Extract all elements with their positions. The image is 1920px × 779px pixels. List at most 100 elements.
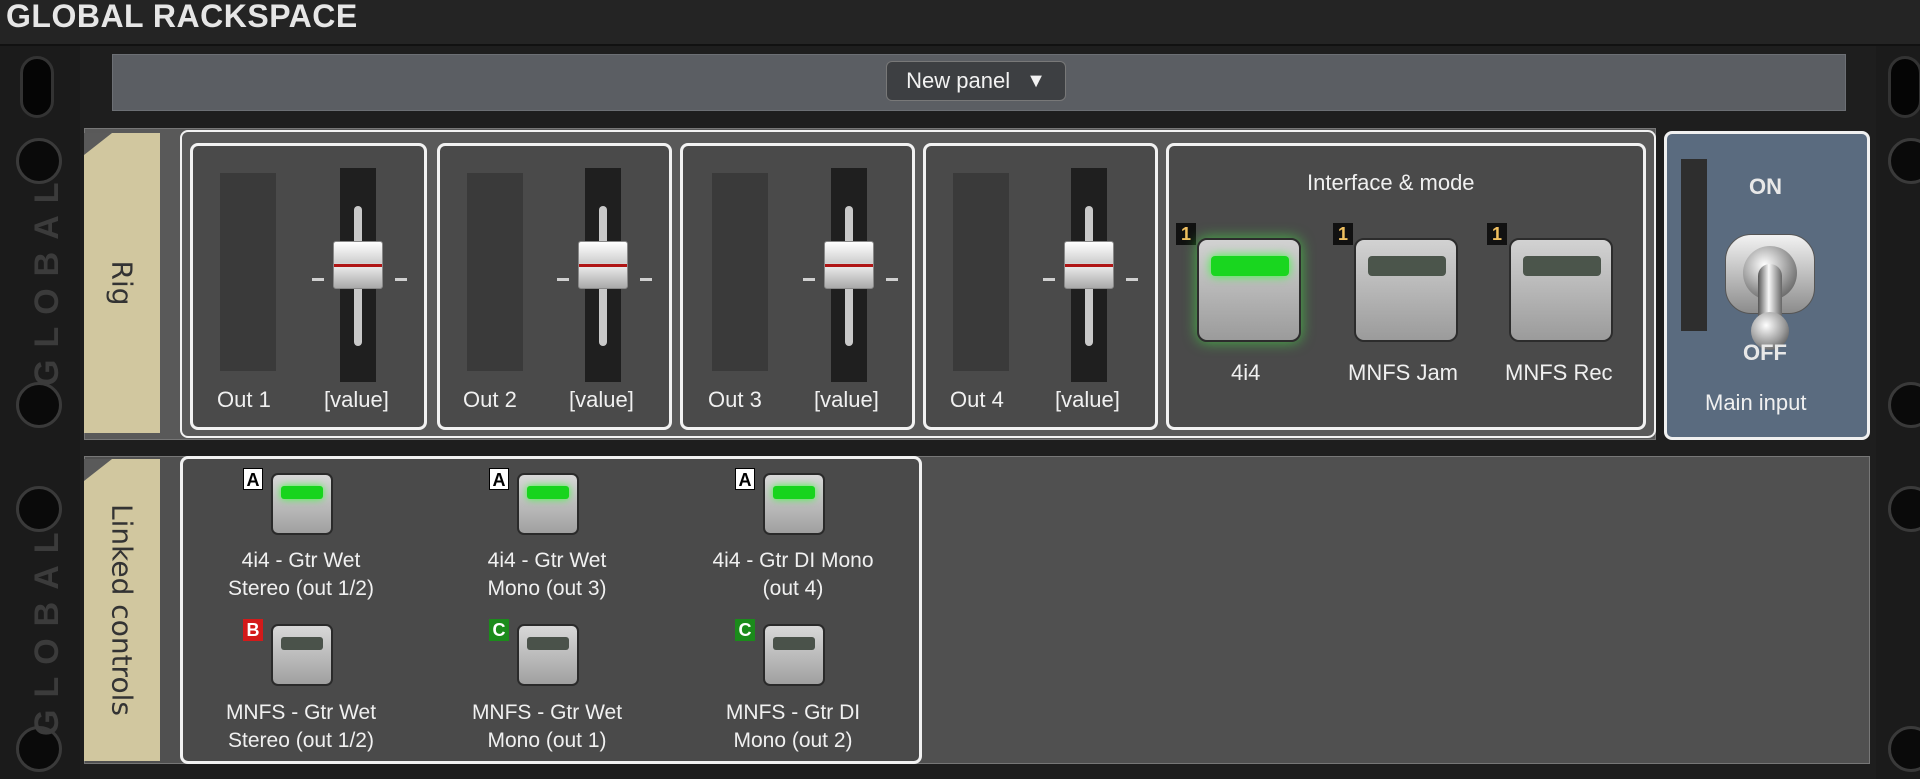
led-indicator (281, 637, 323, 650)
button-caption: MNFS - Gtr Wet Mono (out 1) (437, 699, 657, 755)
rack-screw-hole (1888, 382, 1920, 428)
group-badge: B (243, 619, 263, 641)
tag-notch (84, 133, 112, 155)
button-label: MNFS Rec (1505, 360, 1613, 385)
interface-mode-panel: Interface & mode 1 4i4 1 MNFS Jam 1 MNFS… (1166, 143, 1646, 430)
group-badge: C (489, 619, 509, 641)
caption-line: Mono (out 3) (487, 577, 607, 600)
group-badge: C (735, 619, 755, 641)
group-badge: A (243, 468, 263, 490)
output-panel-1: Out 1 [value] (190, 143, 427, 430)
fader-tick (886, 278, 898, 281)
4i4-mode-button[interactable] (1197, 238, 1301, 342)
button-caption: 4i4 - Gtr Wet Mono (out 3) (437, 547, 657, 603)
led-indicator (1523, 256, 1601, 276)
led-indicator (1211, 256, 1289, 276)
linked-controls-panel: A 4i4 - Gtr Wet Stereo (out 1/2) A 4i4 -… (180, 456, 922, 764)
caption-line: MNFS - Gtr DI (725, 701, 861, 724)
button-caption: 4i4 - Gtr DI Mono (out 4) (683, 547, 903, 603)
linked-controls-tag: Linked controls (84, 459, 160, 761)
rail-label-global: GLOBAL (28, 170, 66, 386)
rack-screw-hole (1888, 138, 1920, 184)
output-label: Out 3 (708, 387, 762, 412)
mnfs-rec-mode-button[interactable] (1509, 238, 1613, 342)
output-label: Out 2 (463, 387, 517, 412)
caption-line: (out 4) (762, 577, 824, 600)
fader-tick (557, 278, 569, 281)
dropdown-arrow-icon: ▼ (1026, 69, 1046, 92)
window-title: GLOBAL RACKSPACE (6, 0, 358, 34)
rack-mount-slot (20, 56, 54, 118)
fader-cap-line (579, 264, 627, 267)
volume-fader[interactable] (578, 241, 628, 289)
linked-controls-tag-label: Linked controls (105, 504, 139, 716)
caption-line: Mono (out 1) (487, 729, 607, 752)
button-label: MNFS Jam (1348, 360, 1458, 385)
led-indicator (527, 637, 569, 650)
left-rack-rail: GLOBAL GLOBAL (0, 46, 80, 779)
fader-tick (1126, 278, 1138, 281)
rack-screw-hole (16, 382, 62, 428)
input-level-meter (1681, 159, 1707, 331)
fader-tick (640, 278, 652, 281)
button-caption: MNFS - Gtr DI Mono (out 2) (683, 699, 903, 755)
caption-line: 4i4 - Gtr Wet (487, 549, 607, 572)
mnfs-jam-mode-button[interactable] (1354, 238, 1458, 342)
fader-tick (395, 278, 407, 281)
fader-cap-line (825, 264, 873, 267)
toggle-off-label: OFF (1743, 340, 1787, 365)
button-label: 4i4 (1231, 360, 1261, 385)
mnfs-gtr-wet-stereo-button[interactable] (271, 624, 333, 686)
button-badge: 1 (1176, 223, 1196, 245)
output-panel-3: Out 3 [value] (680, 143, 915, 430)
new-panel-dropdown[interactable]: New panel ▼ (886, 61, 1066, 101)
rack-screw-hole (1888, 486, 1920, 532)
led-indicator (281, 486, 323, 499)
4i4-gtr-wet-stereo-button[interactable] (271, 473, 333, 535)
main-input-label: Main input (1705, 390, 1807, 415)
rack-screw-hole (1888, 726, 1920, 772)
rack-mount-slot (1888, 56, 1920, 118)
rig-tag: Rig (84, 133, 160, 433)
led-indicator (527, 486, 569, 499)
level-meter (712, 173, 768, 371)
group-badge: A (489, 468, 509, 490)
level-meter (953, 173, 1009, 371)
caption-line: Stereo (out 1/2) (228, 577, 374, 600)
led-indicator (1368, 256, 1446, 276)
4i4-gtr-di-mono-button[interactable] (763, 473, 825, 535)
dropdown-label: New panel (906, 68, 1011, 93)
volume-fader[interactable] (333, 241, 383, 289)
caption-line: 4i4 - Gtr DI Mono (712, 549, 874, 572)
volume-fader[interactable] (1064, 241, 1114, 289)
button-caption: 4i4 - Gtr Wet Stereo (out 1/2) (191, 547, 411, 603)
button-caption: MNFS - Gtr Wet Stereo (out 1/2) (191, 699, 411, 755)
caption-line: MNFS - Gtr Wet (471, 701, 623, 724)
volume-fader[interactable] (824, 241, 874, 289)
output-panel-2: Out 2 [value] (437, 143, 672, 430)
tag-notch (84, 459, 112, 481)
fader-value: [value] (324, 387, 389, 412)
led-indicator (773, 637, 815, 650)
mnfs-gtr-di-mono-button[interactable] (763, 624, 825, 686)
title-bar: GLOBAL RACKSPACE (0, 0, 1920, 46)
led-indicator (773, 486, 815, 499)
fader-cap-line (1065, 264, 1113, 267)
button-badge: 1 (1487, 223, 1507, 245)
fader-value: [value] (569, 387, 634, 412)
rig-tag-label: Rig (105, 260, 139, 306)
level-meter (220, 173, 276, 371)
4i4-gtr-wet-mono-button[interactable] (517, 473, 579, 535)
fader-value: [value] (1055, 387, 1120, 412)
button-badge: 1 (1333, 223, 1353, 245)
fader-tick (1043, 278, 1055, 281)
caption-line: Mono (out 2) (733, 729, 853, 752)
right-rack-rail (1876, 46, 1920, 779)
mnfs-gtr-wet-mono-button[interactable] (517, 624, 579, 686)
output-label: Out 4 (950, 387, 1004, 412)
fader-tick (803, 278, 815, 281)
toggle-on-label: ON (1749, 174, 1782, 199)
fader-cap-line (334, 264, 382, 267)
rail-label-global: GLOBAL (28, 520, 66, 736)
fader-tick (312, 278, 324, 281)
